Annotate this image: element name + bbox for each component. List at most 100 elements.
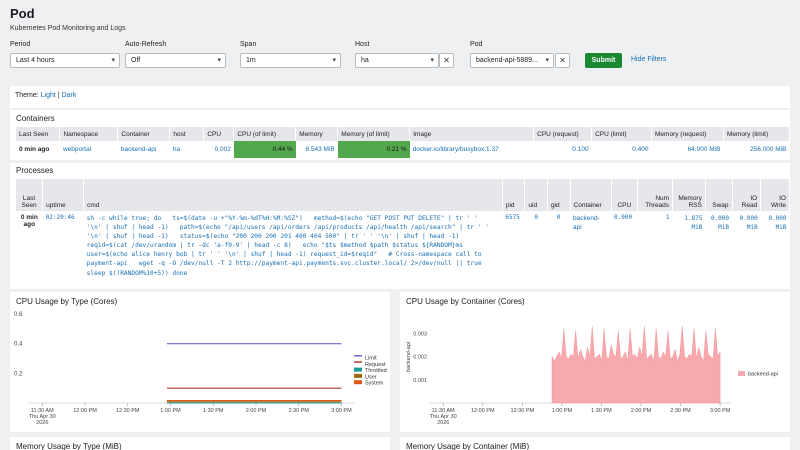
refresh-select[interactable]: Off ▾ <box>125 53 226 68</box>
host-select[interactable]: ha ▾ <box>355 53 439 68</box>
col-header[interactable]: Image <box>409 127 535 141</box>
cpu-container-chart[interactable]: backend-api0.0030.0020.00111:30 AMThu Ap… <box>400 292 790 432</box>
theme-light-link[interactable]: Light <box>41 92 56 99</box>
cell-io-write: 0.000 MiB <box>768 215 787 231</box>
cell-container[interactable]: backend-api <box>118 141 170 158</box>
y-tick-label: 0.4 <box>14 342 23 348</box>
cell-cpu: 0.002 <box>214 146 231 153</box>
col-header[interactable]: Memory (of limit) <box>337 127 411 141</box>
col-header-swap[interactable]: Swap <box>705 179 733 211</box>
refresh-value: Off <box>131 57 141 64</box>
processes-table: Last Seen uptime cmd pid uid gid Contain… <box>16 179 790 278</box>
col-header-uid[interactable]: uid <box>524 179 548 211</box>
legend-swatch <box>354 367 362 372</box>
pod-clear-button[interactable]: ✕ <box>555 53 570 68</box>
span-value: 1m <box>246 57 256 64</box>
x-tick-label: 3:00 PM <box>710 408 731 414</box>
col-header-memory-rss[interactable]: Memory RSS <box>672 179 706 211</box>
legend-label: System <box>365 381 384 387</box>
theme-switcher: Theme: Light | Dark <box>15 92 76 99</box>
cell-last-seen: 0 min ago <box>20 214 38 228</box>
cell-uptime: 02:20:46 <box>45 214 75 221</box>
legend-label: Request <box>365 362 386 368</box>
x-tick-label: 2026 <box>437 420 449 426</box>
x-tick-label: 1:30 PM <box>203 408 224 414</box>
cmd-line: user=$(echo alice henry bob | tr ' ' '\n… <box>86 251 482 259</box>
x-tick-label: 12:30 PM <box>511 408 535 414</box>
submit-button[interactable]: Submit <box>585 53 622 68</box>
cell-last-seen: 0 min ago <box>19 146 50 153</box>
cmd-line: reqid=$(cat /dev/urandom | tr -dc 'a-f0-… <box>86 242 463 250</box>
col-header-last-seen[interactable]: Last Seen <box>16 179 44 211</box>
cell-swap: 0.000 MiB <box>710 215 730 231</box>
theme-label: Theme: <box>15 92 39 99</box>
cell-host[interactable]: ha <box>170 141 204 158</box>
theme-panel: Theme: Light | Dark <box>10 86 790 108</box>
cell-container[interactable]: backend-api <box>570 211 611 278</box>
legend-swatch <box>354 373 362 378</box>
table-row: 0 min ago 02:20:46 sh -c while true; do … <box>16 211 790 278</box>
table-header-row: Last Seen uptime cmd pid uid gid Contain… <box>16 179 790 211</box>
legend-label: Limit <box>365 356 377 362</box>
cell-cpu-of-limit: 0.44 % <box>233 141 296 158</box>
y-axis-label: backend-api <box>406 342 412 372</box>
col-header-io-read[interactable]: IO Read <box>732 179 762 211</box>
memory-container-chart-panel: Memory Usage by Container (MiB) <box>400 437 790 450</box>
theme-dark-link[interactable]: Dark <box>62 92 77 99</box>
x-tick-label: 2:00 PM <box>631 408 652 414</box>
col-header[interactable]: Memory (limit) <box>723 127 791 141</box>
col-header-cpu[interactable]: CPU <box>611 179 639 211</box>
legend-swatch <box>354 380 362 385</box>
containers-table: Last Seen Namespace Container host CPU C… <box>16 127 791 158</box>
col-header[interactable]: CPU (request) <box>533 127 593 141</box>
cell-pid: 6575 <box>505 214 520 221</box>
col-header-io-write[interactable]: IO Write <box>760 179 790 211</box>
col-header[interactable]: Last Seen <box>16 127 61 141</box>
host-label: Host <box>355 41 370 48</box>
host-clear-button[interactable]: ✕ <box>439 53 454 68</box>
col-header[interactable]: CPU (of limit) <box>233 127 297 141</box>
span-select[interactable]: 1m ▾ <box>240 53 341 68</box>
cell-memory-request: 64.000 MiB <box>687 146 721 153</box>
cmd-line: '\n' | shuf | head -1) status=$(echo "20… <box>86 233 460 241</box>
col-header[interactable]: host <box>169 127 205 141</box>
col-header[interactable]: CPU <box>203 127 235 141</box>
col-header[interactable]: Memory (request) <box>651 127 724 141</box>
col-header[interactable]: Memory <box>295 127 339 141</box>
chevron-down-icon: ▾ <box>111 57 115 64</box>
cell-image[interactable]: docker.io/library/busybox:1.37 <box>410 141 534 158</box>
y-tick-label: 0.002 <box>413 355 427 361</box>
close-icon: ✕ <box>559 56 566 65</box>
col-header-num-threads[interactable]: Num Threads <box>637 179 674 211</box>
pod-label: Pod <box>470 41 483 48</box>
cell-namespace[interactable]: webportal <box>60 141 118 158</box>
x-tick-label: 1:00 PM <box>552 408 573 414</box>
col-header-container[interactable]: Container <box>570 179 612 211</box>
col-header-uptime[interactable]: uptime <box>42 179 85 211</box>
col-header[interactable]: Namespace <box>59 127 119 141</box>
legend-swatch <box>354 361 362 363</box>
x-tick-label: 2:00 PM <box>246 408 267 414</box>
hide-filters-link[interactable]: Hide Filters <box>631 56 666 63</box>
series-area-backend-api <box>551 326 721 404</box>
col-header[interactable]: CPU (limit) <box>591 127 653 141</box>
x-tick-label: 3:00 PM <box>331 408 352 414</box>
legend-label: backend-api <box>748 372 778 378</box>
col-header[interactable]: Container <box>117 127 171 141</box>
y-tick-label: 0.003 <box>413 331 427 337</box>
period-select[interactable]: Last 4 hours ▾ <box>10 53 120 68</box>
table-row: 0 min ago webportal backend-api ha 0.002… <box>16 141 790 158</box>
page-title: Pod <box>10 6 35 21</box>
x-tick-label: 12:00 PM <box>73 408 97 414</box>
col-header-pid[interactable]: pid <box>502 179 526 211</box>
cell-cpu-limit: 0.400 <box>632 146 649 153</box>
col-header-cmd[interactable]: cmd <box>83 179 503 211</box>
chevron-down-icon: ▾ <box>430 57 434 64</box>
col-header-gid[interactable]: gid <box>547 179 571 211</box>
x-tick-label: 1:30 PM <box>591 408 612 414</box>
cpu-type-chart[interactable]: 0.60.40.211:30 AMThu Apr 30202612:00 PM 1… <box>10 292 390 432</box>
chevron-down-icon: ▾ <box>545 57 549 64</box>
pod-select[interactable]: backend-api-5889... ▾ <box>470 53 554 68</box>
containers-panel: Containers Last Seen Namespace Container… <box>10 110 791 160</box>
x-tick-label: 2026 <box>36 420 48 426</box>
